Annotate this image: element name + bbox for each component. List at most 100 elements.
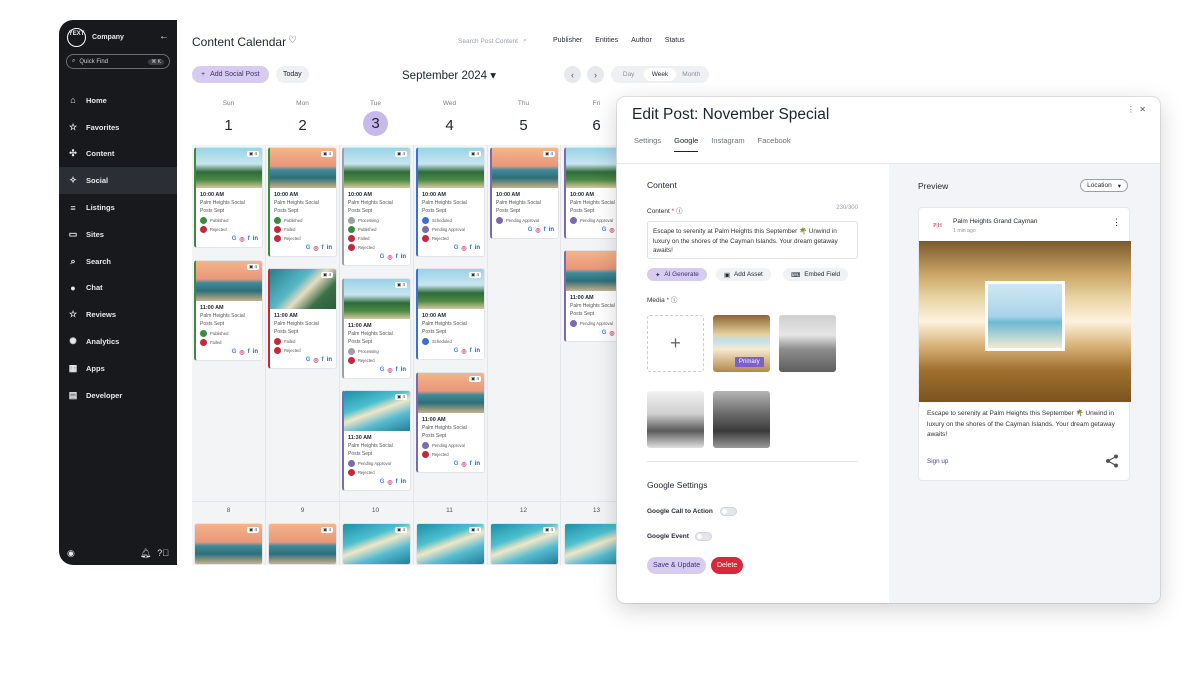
- next-week-button[interactable]: ›: [587, 66, 604, 83]
- post-card[interactable]: ▣ 4: [416, 523, 485, 565]
- listings-icon: ≡: [70, 202, 76, 213]
- preview-cta-link[interactable]: Sign up: [927, 458, 948, 465]
- sidebar-item-apps[interactable]: ▦ Apps: [59, 355, 177, 382]
- post-card[interactable]: ▣ 4: [490, 523, 559, 565]
- week2-date: 9: [300, 507, 305, 514]
- today-button[interactable]: Today: [276, 66, 309, 83]
- status-dot-icon: [200, 330, 207, 337]
- post-card[interactable]: ▣ 4: [268, 523, 337, 565]
- post-thumbnail: ▣ 4: [492, 148, 558, 188]
- day-date: 1: [224, 117, 233, 134]
- filter-entities[interactable]: Entities: [595, 37, 618, 44]
- sidebar-item-home[interactable]: ⌂ Home: [59, 87, 177, 114]
- content-icon: ✣: [69, 148, 77, 159]
- reviews-icon: ☆: [68, 309, 78, 320]
- post-card[interactable]: ▣ 4: [342, 523, 411, 565]
- post-card[interactable]: ▣ 4 11:00 AM Palm Heights Social Posts Sep…: [342, 278, 411, 379]
- post-title: Palm Heights Social Posts Sept: [422, 321, 467, 335]
- sidebar-item-search[interactable]: ⌕ Search: [59, 248, 177, 275]
- sidebar-item-content[interactable]: ✣ Content: [59, 141, 177, 168]
- media-thumbnail[interactable]: [713, 391, 770, 448]
- media-thumbnail-primary[interactable]: Primary: [713, 315, 770, 372]
- help-icon[interactable]: ?⃝: [157, 548, 169, 559]
- facebook-icon: f: [543, 227, 546, 233]
- more-vertical-icon[interactable]: ⋮: [1127, 105, 1135, 114]
- post-thumbnail: ▣ 4: [344, 148, 410, 188]
- status-dot-icon: [348, 460, 355, 467]
- tab-google[interactable]: Google: [674, 136, 699, 152]
- post-status: Scheduled: [418, 336, 484, 345]
- view-week[interactable]: Week: [644, 68, 676, 81]
- add-media-button[interactable]: +: [647, 315, 704, 372]
- google-icon: G: [305, 245, 311, 251]
- status-dot-icon: [422, 217, 429, 224]
- media-thumbnail[interactable]: [779, 315, 836, 372]
- image-count-badge: ▣ 4: [320, 527, 333, 533]
- filter-status[interactable]: Status: [665, 37, 685, 44]
- collapse-arrow-icon[interactable]: ←: [159, 31, 169, 42]
- view-month[interactable]: Month: [676, 68, 707, 81]
- tab-facebook[interactable]: Facebook: [758, 136, 791, 152]
- filter-author[interactable]: Author: [631, 37, 652, 44]
- status-label: Failed: [284, 227, 296, 232]
- post-card[interactable]: ▣ 4 10:00 AM Palm Heights Social Posts Sep…: [416, 268, 485, 360]
- post-card[interactable]: ▣ 4: [194, 523, 263, 565]
- event-toggle[interactable]: [695, 532, 712, 541]
- page-title: Content Calendar: [192, 35, 287, 49]
- sidebar-item-reviews[interactable]: ☆ Reviews: [59, 301, 177, 328]
- delete-button[interactable]: Delete: [711, 557, 744, 574]
- sidebar-item-favorites[interactable]: ☆ Favorites: [59, 114, 177, 141]
- heart-icon[interactable]: ♡: [288, 35, 297, 46]
- user-avatar-icon[interactable]: ◉: [67, 548, 75, 559]
- cta-toggle[interactable]: [720, 507, 737, 516]
- quick-find-placeholder: Quick Find: [79, 58, 109, 65]
- ai-generate-button[interactable]: ✦ AI Generate: [647, 268, 707, 281]
- post-card[interactable]: ▣ 4 10:00 AM Palm Heights Social Posts Sep…: [416, 147, 485, 257]
- quick-find-shortcut: ⌘ K: [148, 58, 164, 65]
- yext-logo[interactable]: YEXT: [67, 28, 86, 47]
- add-asset-button[interactable]: ▣ Add Asset: [716, 268, 771, 281]
- status-label: Failed: [358, 236, 370, 241]
- more-vertical-icon[interactable]: ⋮: [1112, 217, 1121, 228]
- post-card[interactable]: ▣ 4 11:00 AM Palm Heights Social Posts Sep…: [194, 260, 263, 361]
- post-thumbnail: ▣ 4: [491, 524, 558, 564]
- search-post-input[interactable]: Search Post Content ⌕: [458, 37, 527, 45]
- post-card[interactable]: ▣ 4 10:00 AM Palm Heights Social Posts Sep…: [342, 147, 411, 266]
- status-dot-icon: [200, 217, 207, 224]
- media-thumbnail[interactable]: [647, 391, 704, 448]
- post-card[interactable]: ▣ 4 10:00 AM Palm Heights Social Posts Sep…: [268, 147, 337, 257]
- sidebar-item-chat[interactable]: ● Chat: [59, 275, 177, 302]
- sidebar-item-analytics[interactable]: ✺ Analytics: [59, 328, 177, 355]
- tab-settings[interactable]: Settings: [634, 136, 661, 152]
- close-icon[interactable]: ✕: [1139, 105, 1146, 114]
- image-count-badge: ▣ 4: [542, 151, 555, 157]
- post-card[interactable]: ▣ 4 11:30 AM Palm Heights Social Posts Sep…: [342, 390, 411, 491]
- post-status: Rejected: [418, 233, 484, 242]
- share-icon[interactable]: [1105, 454, 1119, 468]
- content-textarea[interactable]: Escape to serenity at Palm Heights this …: [647, 221, 858, 259]
- sidebar-item-sites[interactable]: ▭ Sites: [59, 221, 177, 248]
- quick-find-input[interactable]: ⌕ Quick Find ⌘ K: [66, 54, 170, 69]
- tab-instagram[interactable]: Instagram: [711, 136, 744, 152]
- post-status: Rejected: [344, 242, 410, 251]
- view-day[interactable]: Day: [613, 68, 644, 81]
- post-card[interactable]: ▣ 4 11:00 AM Palm Heights Social Posts Sep…: [416, 372, 485, 473]
- month-selector[interactable]: September 2024 ▾: [402, 68, 496, 82]
- filter-publisher[interactable]: Publisher: [553, 37, 582, 44]
- search-placeholder: Search Post Content: [458, 37, 518, 45]
- star-icon: ☆: [68, 121, 78, 132]
- post-card[interactable]: ▣ 4 10:00 AM Palm Heights Social Posts Sep…: [194, 147, 263, 248]
- save-update-button[interactable]: Save & Update: [647, 557, 707, 574]
- sidebar-item-listings[interactable]: ≡ Listings: [59, 194, 177, 221]
- sidebar-item-developer[interactable]: ▤ Developer: [59, 382, 177, 409]
- post-card[interactable]: ▣ 4 11:00 AM Palm Heights Social Posts Sep…: [268, 268, 337, 369]
- embed-field-button[interactable]: ⌨ Embed Field: [783, 268, 849, 281]
- prev-week-button[interactable]: ‹: [564, 66, 581, 83]
- add-social-post-button[interactable]: + Add Social Post: [192, 66, 269, 83]
- bell-icon[interactable]: 🔔︎: [140, 548, 151, 559]
- sidebar-item-social[interactable]: ✧ Social: [59, 167, 177, 195]
- day-header-wed: Wed 4: [413, 100, 486, 138]
- post-card[interactable]: ▣ 4 10:00 AM Palm Heights Social Posts Sep…: [490, 147, 559, 239]
- location-select[interactable]: Location ▾: [1080, 179, 1128, 192]
- chevron-right-icon: ›: [594, 69, 597, 80]
